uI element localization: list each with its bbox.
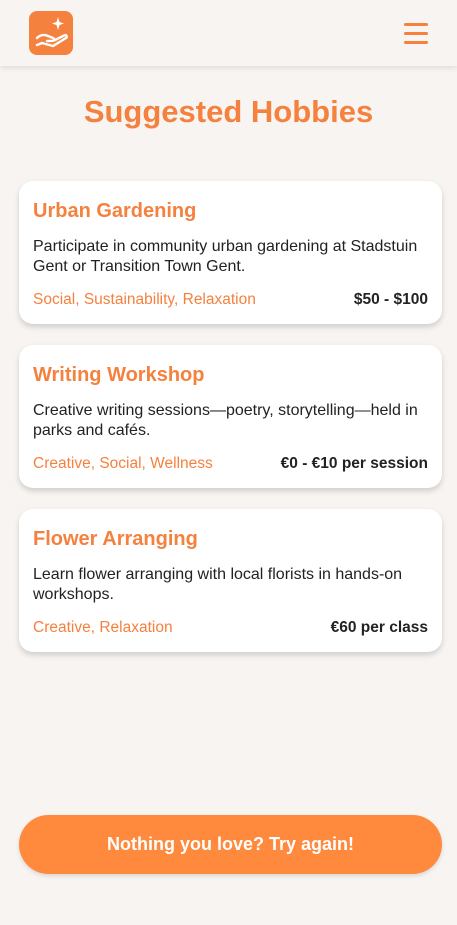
hobby-description: Participate in community urban gardening… — [33, 238, 418, 275]
hobby-title: Flower Arranging — [33, 528, 198, 550]
hand-with-sparkle-icon — [35, 17, 68, 48]
hobby-tags: Creative, Relaxation — [33, 619, 173, 636]
hobby-price: €60 per class — [330, 619, 428, 636]
menu-line — [404, 32, 428, 35]
app-header — [0, 0, 457, 66]
hobby-tags: Creative, Social, Wellness — [33, 455, 213, 472]
hobby-price: €0 - €10 per session — [280, 455, 428, 472]
hobby-description: Creative writing sessions—poetry, storyt… — [33, 402, 418, 439]
hobby-title: Urban Gardening — [33, 200, 197, 222]
try-again-button[interactable]: Nothing you love? Try again! — [19, 815, 442, 874]
hobby-description: Learn flower arranging with local floris… — [33, 566, 403, 603]
hobby-tags: Social, Sustainability, Relaxation — [33, 291, 256, 308]
hamburger-menu-icon[interactable] — [402, 21, 430, 47]
app-logo[interactable] — [29, 11, 73, 55]
menu-line — [404, 23, 428, 26]
page-title: Suggested Hobbies — [83, 94, 374, 129]
menu-line — [404, 41, 428, 44]
hobby-title: Writing Workshop — [33, 364, 205, 386]
hobby-price: $50 - $100 — [353, 291, 428, 308]
hobby-card-flower-arranging[interactable]: Flower Arranging Learn flower arranging … — [19, 509, 442, 652]
hobby-card-urban-gardening[interactable]: Urban Gardening Participate in community… — [19, 181, 442, 324]
hobby-card-writing-workshop[interactable]: Writing Workshop Creative writing sessio… — [19, 345, 442, 488]
